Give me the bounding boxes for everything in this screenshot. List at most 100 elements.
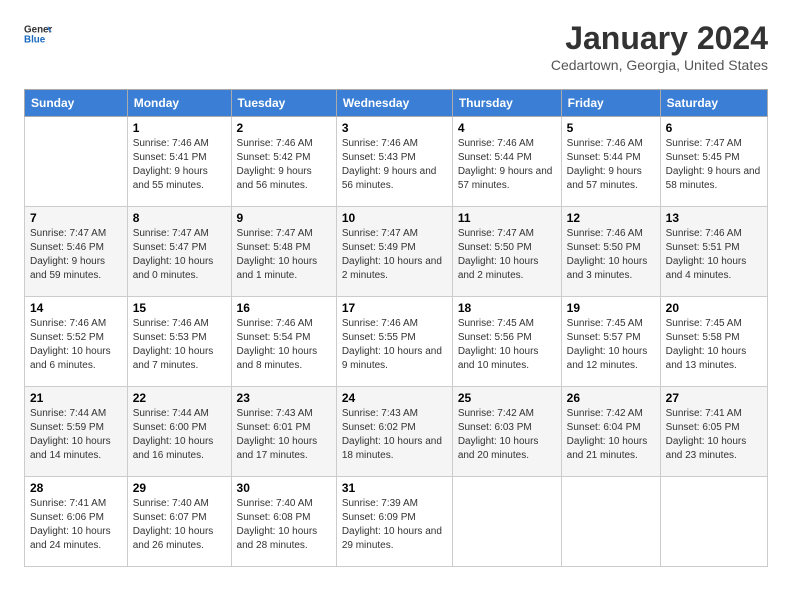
day-number: 12 — [567, 211, 655, 225]
day-number: 9 — [237, 211, 331, 225]
header: General Blue January 2024 Cedartown, Geo… — [24, 20, 768, 73]
logo: General Blue — [24, 20, 52, 48]
calendar-cell: 1 Sunrise: 7:46 AMSunset: 5:41 PMDaylight… — [127, 117, 231, 207]
calendar-cell: 3 Sunrise: 7:46 AMSunset: 5:43 PMDaylight… — [336, 117, 452, 207]
calendar-table: SundayMondayTuesdayWednesdayThursdayFrid… — [24, 89, 768, 567]
day-info: Sunrise: 7:41 AMSunset: 6:06 PMDaylight:… — [30, 497, 122, 553]
page-title: January 2024 — [551, 20, 768, 57]
weekday-header-tuesday: Tuesday — [231, 90, 336, 117]
day-number: 26 — [567, 391, 655, 405]
calendar-cell: 13Sunrise: 7:46 AMSunset: 5:51 PMDayligh… — [660, 207, 767, 297]
day-info: Sunrise: 7:46 AMSunset: 5:53 PMDaylight:… — [133, 317, 226, 373]
day-number: 14 — [30, 301, 122, 315]
day-info: Sunrise: 7:46 AMSunset: 5:52 PMDaylight:… — [30, 317, 122, 373]
day-info: Sunrise: 7:40 AMSunset: 6:08 PMDaylight:… — [237, 497, 331, 553]
day-info: Sunrise: 7:44 AMSunset: 5:59 PMDaylight:… — [30, 407, 122, 463]
day-info: Sunrise: 7:46 AMSunset: 5:55 PMDaylight:… — [342, 317, 447, 373]
day-info: Sunrise: 7:42 AMSunset: 6:04 PMDaylight:… — [567, 407, 655, 463]
weekday-header-sunday: Sunday — [25, 90, 128, 117]
day-number: 15 — [133, 301, 226, 315]
calendar-cell: 20 Sunrise: 7:45 AMSunset: 5:58 PMDayligh… — [660, 297, 767, 387]
weekday-header-wednesday: Wednesday — [336, 90, 452, 117]
week-row-5: 28 Sunrise: 7:41 AMSunset: 6:06 PMDayligh… — [25, 477, 768, 567]
day-number: 22 — [133, 391, 226, 405]
day-info: Sunrise: 7:45 AMSunset: 5:56 PMDaylight:… — [458, 317, 556, 373]
weekday-header-monday: Monday — [127, 90, 231, 117]
day-number: 8 — [133, 211, 226, 225]
day-number: 20 — [666, 301, 762, 315]
day-number: 2 — [237, 121, 331, 135]
calendar-cell: 9Sunrise: 7:47 AMSunset: 5:48 PMDaylight… — [231, 207, 336, 297]
day-number: 28 — [30, 481, 122, 495]
day-number: 27 — [666, 391, 762, 405]
day-number: 31 — [342, 481, 447, 495]
day-number: 10 — [342, 211, 447, 225]
day-info: Sunrise: 7:45 AMSunset: 5:57 PMDaylight:… — [567, 317, 655, 373]
day-number: 7 — [30, 211, 122, 225]
day-number: 18 — [458, 301, 556, 315]
calendar-cell: 12Sunrise: 7:46 AMSunset: 5:50 PMDayligh… — [561, 207, 660, 297]
calendar-cell: 11 Sunrise: 7:47 AMSunset: 5:50 PMDayligh… — [452, 207, 561, 297]
calendar-cell: 23Sunrise: 7:43 AMSunset: 6:01 PMDayligh… — [231, 387, 336, 477]
day-info: Sunrise: 7:45 AMSunset: 5:58 PMDaylight:… — [666, 317, 762, 373]
weekday-header-row: SundayMondayTuesdayWednesdayThursdayFrid… — [25, 90, 768, 117]
week-row-2: 7 Sunrise: 7:47 AMSunset: 5:46 PMDaylight… — [25, 207, 768, 297]
day-number: 1 — [133, 121, 226, 135]
day-number: 24 — [342, 391, 447, 405]
calendar-cell: 22Sunrise: 7:44 AMSunset: 6:00 PMDayligh… — [127, 387, 231, 477]
day-info: Sunrise: 7:43 AMSunset: 6:02 PMDaylight:… — [342, 407, 447, 463]
calendar-cell: 17 Sunrise: 7:46 AMSunset: 5:55 PMDayligh… — [336, 297, 452, 387]
day-number: 25 — [458, 391, 556, 405]
calendar-cell: 18 Sunrise: 7:45 AMSunset: 5:56 PMDayligh… — [452, 297, 561, 387]
day-number: 6 — [666, 121, 762, 135]
day-info: Sunrise: 7:47 AMSunset: 5:50 PMDaylight:… — [458, 227, 556, 283]
calendar-cell: 27Sunrise: 7:41 AMSunset: 6:05 PMDayligh… — [660, 387, 767, 477]
day-info: Sunrise: 7:47 AMSunset: 5:45 PMDaylight:… — [666, 137, 762, 193]
week-row-3: 14 Sunrise: 7:46 AMSunset: 5:52 PMDayligh… — [25, 297, 768, 387]
day-number: 29 — [133, 481, 226, 495]
calendar-cell: 28 Sunrise: 7:41 AMSunset: 6:06 PMDayligh… — [25, 477, 128, 567]
calendar-cell: 5 Sunrise: 7:46 AMSunset: 5:44 PMDaylight… — [561, 117, 660, 207]
day-info: Sunrise: 7:46 AMSunset: 5:43 PMDaylight:… — [342, 137, 447, 193]
calendar-cell: 16Sunrise: 7:46 AMSunset: 5:54 PMDayligh… — [231, 297, 336, 387]
calendar-cell: 15 Sunrise: 7:46 AMSunset: 5:53 PMDayligh… — [127, 297, 231, 387]
day-info: Sunrise: 7:46 AMSunset: 5:44 PMDaylight:… — [458, 137, 556, 193]
calendar-cell: 6 Sunrise: 7:47 AMSunset: 5:45 PMDaylight… — [660, 117, 767, 207]
generalblue-icon: General Blue — [24, 20, 52, 48]
week-row-4: 21 Sunrise: 7:44 AMSunset: 5:59 PMDayligh… — [25, 387, 768, 477]
weekday-header-saturday: Saturday — [660, 90, 767, 117]
calendar-cell: 24 Sunrise: 7:43 AMSunset: 6:02 PMDayligh… — [336, 387, 452, 477]
weekday-header-friday: Friday — [561, 90, 660, 117]
calendar-cell: 30 Sunrise: 7:40 AMSunset: 6:08 PMDayligh… — [231, 477, 336, 567]
calendar-cell: 31Sunrise: 7:39 AMSunset: 6:09 PMDayligh… — [336, 477, 452, 567]
day-number: 4 — [458, 121, 556, 135]
day-number: 30 — [237, 481, 331, 495]
day-info: Sunrise: 7:47 AMSunset: 5:49 PMDaylight:… — [342, 227, 447, 283]
calendar-cell: 7 Sunrise: 7:47 AMSunset: 5:46 PMDaylight… — [25, 207, 128, 297]
day-info: Sunrise: 7:47 AMSunset: 5:47 PMDaylight:… — [133, 227, 226, 283]
day-info: Sunrise: 7:46 AMSunset: 5:42 PMDaylight:… — [237, 137, 331, 193]
day-number: 17 — [342, 301, 447, 315]
day-number: 3 — [342, 121, 447, 135]
calendar-cell: 10 Sunrise: 7:47 AMSunset: 5:49 PMDayligh… — [336, 207, 452, 297]
day-info: Sunrise: 7:47 AMSunset: 5:46 PMDaylight:… — [30, 227, 122, 283]
calendar-cell: 19Sunrise: 7:45 AMSunset: 5:57 PMDayligh… — [561, 297, 660, 387]
calendar-cell — [452, 477, 561, 567]
calendar-cell — [660, 477, 767, 567]
calendar-cell: 14 Sunrise: 7:46 AMSunset: 5:52 PMDayligh… — [25, 297, 128, 387]
calendar-cell: 8 Sunrise: 7:47 AMSunset: 5:47 PMDaylight… — [127, 207, 231, 297]
day-info: Sunrise: 7:46 AMSunset: 5:41 PMDaylight:… — [133, 137, 226, 193]
calendar-cell: 4 Sunrise: 7:46 AMSunset: 5:44 PMDaylight… — [452, 117, 561, 207]
day-info: Sunrise: 7:46 AMSunset: 5:44 PMDaylight:… — [567, 137, 655, 193]
calendar-cell: 21 Sunrise: 7:44 AMSunset: 5:59 PMDayligh… — [25, 387, 128, 477]
day-number: 5 — [567, 121, 655, 135]
title-section: January 2024 Cedartown, Georgia, United … — [551, 20, 768, 73]
day-info: Sunrise: 7:46 AMSunset: 5:51 PMDaylight:… — [666, 227, 762, 283]
page-subtitle: Cedartown, Georgia, United States — [551, 57, 768, 73]
svg-text:Blue: Blue — [24, 34, 46, 45]
day-number: 21 — [30, 391, 122, 405]
day-info: Sunrise: 7:40 AMSunset: 6:07 PMDaylight:… — [133, 497, 226, 553]
week-row-1: 1 Sunrise: 7:46 AMSunset: 5:41 PMDaylight… — [25, 117, 768, 207]
calendar-cell: 29 Sunrise: 7:40 AMSunset: 6:07 PMDayligh… — [127, 477, 231, 567]
day-number: 11 — [458, 211, 556, 225]
